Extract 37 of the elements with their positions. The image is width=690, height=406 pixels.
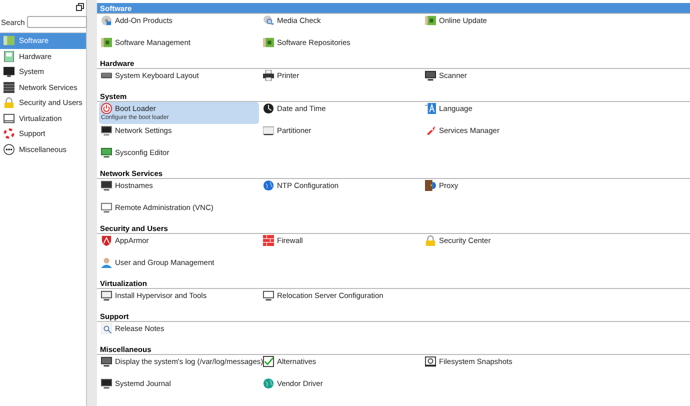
keyboard-icon xyxy=(101,70,112,81)
monitor-icon xyxy=(101,180,112,191)
package-icon xyxy=(425,15,436,26)
restore-icon[interactable] xyxy=(76,3,84,11)
search-icon xyxy=(101,323,112,334)
package-icon xyxy=(263,37,274,48)
monitor-icon xyxy=(101,356,112,367)
lifebuoy-icon xyxy=(2,128,16,140)
globe-icon xyxy=(263,378,274,389)
drive-icon xyxy=(263,125,274,136)
monitor-icon xyxy=(2,66,16,78)
magnifier-icon xyxy=(263,15,274,26)
monitor-icon xyxy=(101,290,112,301)
checkbox-icon xyxy=(263,356,274,367)
search-field[interactable] xyxy=(26,16,87,28)
lock-icon xyxy=(425,235,436,246)
door-icon xyxy=(425,180,436,191)
server-rack-icon xyxy=(2,82,16,93)
person-icon xyxy=(101,257,112,268)
clock-icon xyxy=(263,103,274,114)
monitor-icon xyxy=(101,378,112,389)
monitor-icon xyxy=(101,147,112,158)
snapshot-icon xyxy=(425,356,436,367)
lock-icon xyxy=(2,97,16,108)
shield-icon xyxy=(101,235,112,246)
monitor-icon xyxy=(101,202,112,213)
monitor-icon xyxy=(263,290,274,301)
brick-wall-icon xyxy=(263,235,274,246)
printer-icon xyxy=(263,70,274,81)
monitor-icon xyxy=(425,70,436,81)
globe-icon xyxy=(263,180,274,191)
monitor-icon xyxy=(101,125,112,136)
power-icon xyxy=(101,103,112,114)
package-icon xyxy=(2,35,16,46)
disc-icon xyxy=(101,15,112,26)
language-icon xyxy=(425,103,436,114)
package-icon xyxy=(101,37,112,48)
